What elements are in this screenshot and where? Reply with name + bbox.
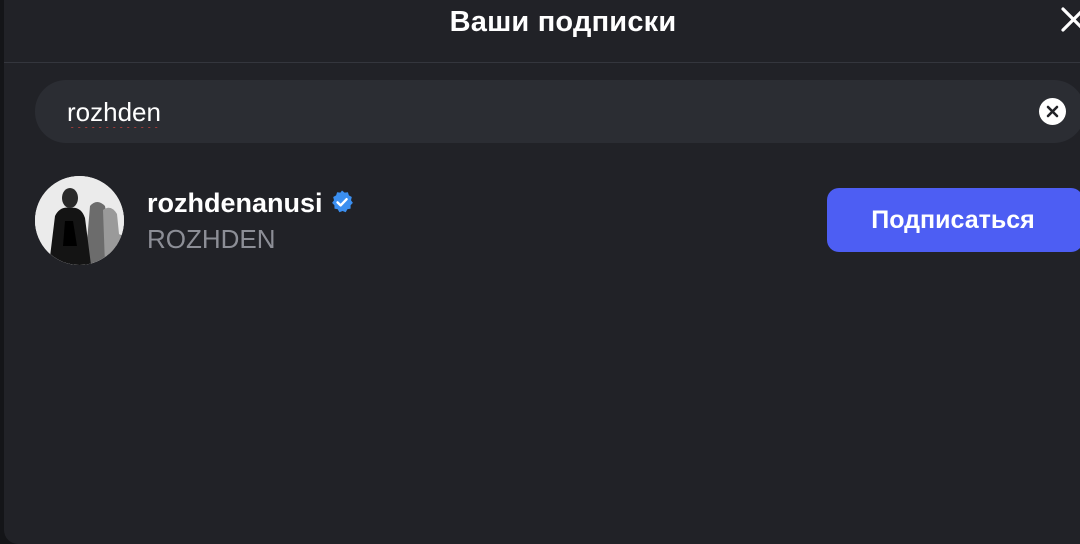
close-icon — [1061, 7, 1080, 32]
modal-title: Ваши подписки — [449, 6, 677, 38]
verified-badge-icon — [331, 190, 353, 213]
username-line: rozhdenanusi — [147, 186, 355, 220]
search-box — [35, 80, 1080, 143]
clear-search-icon — [1046, 105, 1059, 118]
clear-search-button[interactable] — [1039, 98, 1066, 125]
avatar-image — [35, 176, 124, 265]
list-item[interactable]: rozhdenanusi ROZHDEN Подписаться — [4, 172, 1080, 268]
username[interactable]: rozhdenanusi — [147, 188, 323, 218]
close-button[interactable] — [1054, 2, 1080, 38]
display-name: ROZHDEN — [147, 224, 276, 254]
modal-header: Ваши подписки — [4, 0, 1080, 63]
avatar[interactable] — [35, 176, 124, 265]
follow-button[interactable]: Подписаться — [827, 188, 1080, 252]
subscriptions-modal: Ваши подписки rozhden rozhdenanusi ROZHD… — [4, 0, 1080, 544]
search-input[interactable] — [67, 93, 1007, 131]
